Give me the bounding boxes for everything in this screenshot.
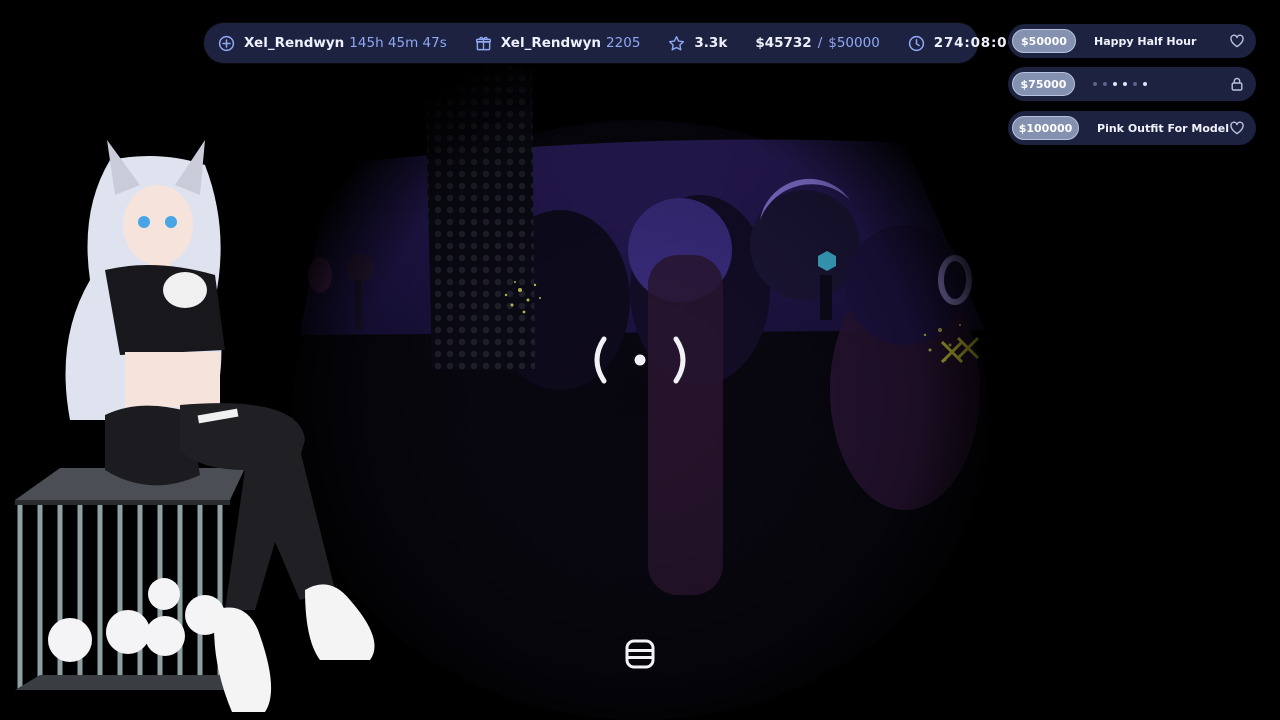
goal-locked-dots xyxy=(1075,82,1229,86)
progress-dot xyxy=(1093,82,1097,86)
goal-amount: $50000 xyxy=(1012,29,1076,53)
lock-icon xyxy=(1229,76,1245,92)
goal-amount: $75000 xyxy=(1012,72,1075,96)
clock-icon xyxy=(908,35,925,52)
top-follower-name: Xel_Rendwyn xyxy=(244,35,345,51)
progress-dot xyxy=(1143,82,1147,86)
star-icon xyxy=(668,35,685,52)
top-stats-bar: Xel_Rendwyn 145h 45m 47s Xel_Rendwyn 220… xyxy=(204,23,1017,63)
gift-icon xyxy=(475,35,492,52)
funding-stat: $45732 / $50000 xyxy=(741,23,893,63)
top-gifter-stat: Xel_Rendwyn 2205 xyxy=(461,23,655,63)
plus-circle-icon xyxy=(218,35,235,52)
menu-icon[interactable] xyxy=(624,638,656,670)
top-gifter-name: Xel_Rendwyn xyxy=(500,35,602,51)
timer-value: 274:08:06 xyxy=(933,35,1018,51)
stars-stat: 3.3k xyxy=(654,23,741,63)
heart-icon[interactable] xyxy=(1229,33,1245,49)
progress-dot xyxy=(1113,82,1117,86)
goal-title: Happy Half Hour xyxy=(1094,34,1197,48)
heart-icon[interactable] xyxy=(1229,120,1245,136)
goal-title: Pink Outfit For Model xyxy=(1097,121,1229,135)
progress-dot xyxy=(1123,82,1127,86)
progress-dot xyxy=(1133,82,1137,86)
progress-dot xyxy=(1103,82,1107,86)
goal-item-2[interactable]: $75000 xyxy=(1008,67,1256,101)
goal-item-3[interactable]: $100000 Pink Outfit For Model xyxy=(1008,111,1256,145)
stars-value: 3.3k xyxy=(694,35,728,51)
top-follower-value: 145h 45m 47s xyxy=(349,35,447,51)
goal-amount: $100000 xyxy=(1012,116,1080,140)
funding-target: $50000 xyxy=(828,35,880,51)
top-gifter-value: 2205 xyxy=(606,35,641,51)
top-follower-stat: Xel_Rendwyn 145h 45m 47s xyxy=(204,23,461,63)
crosshair-icon xyxy=(590,333,690,387)
goal-item-1[interactable]: $50000 Happy Half Hour xyxy=(1008,24,1256,58)
funding-current: $45732 xyxy=(755,35,812,51)
funding-separator: / xyxy=(817,35,823,51)
